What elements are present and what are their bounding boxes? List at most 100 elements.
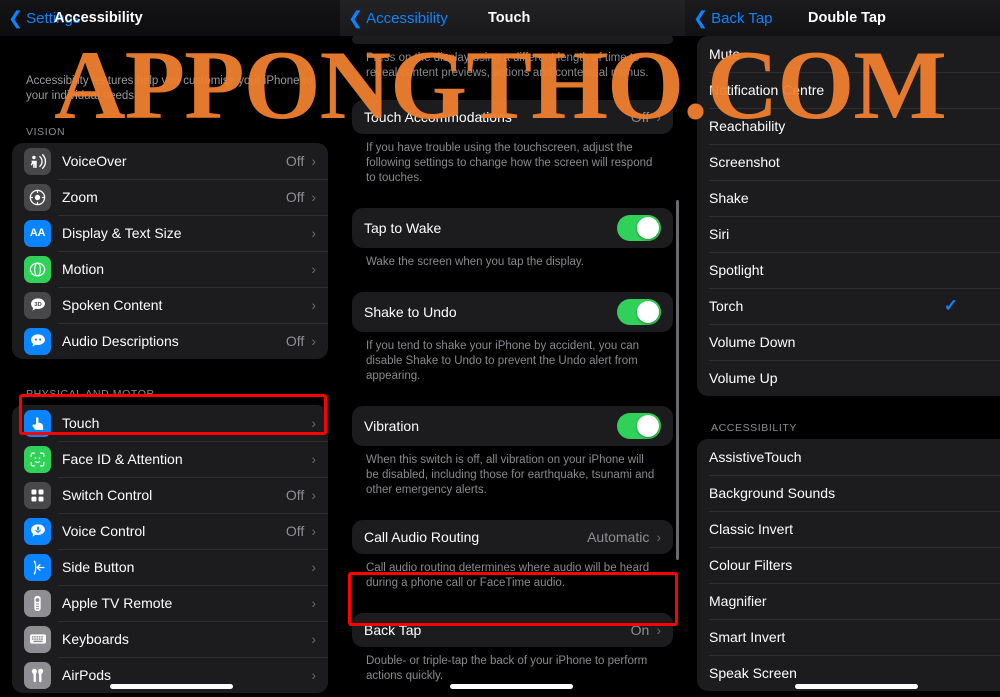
- voice-control-icon: [24, 517, 51, 545]
- row-magnifier[interactable]: Magnifier: [697, 583, 1000, 619]
- row-value: Off: [285, 523, 305, 539]
- row-zoom[interactable]: Zoom Off ›: [12, 179, 328, 215]
- row-voice-control[interactable]: Voice Control Off ›: [12, 513, 328, 549]
- row-label: Mute: [709, 46, 741, 62]
- row-siri[interactable]: Siri: [697, 216, 1000, 252]
- row-label: Colour Filters: [709, 557, 793, 573]
- row-side-button[interactable]: Side Button ›: [12, 549, 328, 585]
- toggle-knob: [637, 301, 659, 323]
- row-smart-invert[interactable]: Smart Invert: [697, 619, 1000, 655]
- chevron-left-icon: ❮: [348, 7, 364, 28]
- accessibility-panel: ❮ Settings Accessibility Accessibility f…: [0, 0, 340, 697]
- row-label: Reachability: [709, 118, 786, 134]
- row-label: Speak Screen: [709, 665, 797, 681]
- row-label: Volume Up: [709, 370, 778, 386]
- call-audio-routing-group: Call Audio Routing Automatic ›: [352, 520, 673, 554]
- row-label: Keyboards: [62, 631, 129, 647]
- row-classic-invert[interactable]: Classic Invert: [697, 511, 1000, 547]
- row-label: Motion: [62, 261, 105, 277]
- row-motion[interactable]: Motion ›: [12, 251, 328, 287]
- row-back-tap[interactable]: Back Tap On ›: [352, 613, 673, 647]
- row-label: VoiceOver: [62, 153, 127, 169]
- row-label: Apple TV Remote: [62, 595, 173, 611]
- system-actions-group: Mute Notification Centre Reachability Sc…: [697, 36, 1000, 396]
- row-label: Magnifier: [709, 593, 767, 609]
- row-value: On: [630, 622, 650, 638]
- physical-motor-group: Touch › Face ID & Attention › Switch Con…: [12, 405, 328, 693]
- row-switch-control[interactable]: Switch Control Off ›: [12, 477, 328, 513]
- row-label: Tap to Wake: [364, 220, 442, 236]
- haptic-touch-group-partial[interactable]: [352, 36, 673, 44]
- home-indicator-right: [795, 684, 918, 689]
- touch-scroll-area[interactable]: Press on the display using a different l…: [340, 36, 685, 697]
- row-shake-to-undo[interactable]: Shake to Undo: [352, 292, 673, 332]
- row-label: Voice Control: [62, 523, 146, 539]
- back-to-accessibility-button[interactable]: ❮ Accessibility: [340, 7, 448, 28]
- row-label: Background Sounds: [709, 485, 836, 501]
- accessibility-scroll-area[interactable]: Accessibility features help you customis…: [0, 36, 340, 697]
- row-shake[interactable]: Shake: [697, 180, 1000, 216]
- row-apple-tv-remote[interactable]: Apple TV Remote ›: [12, 585, 328, 621]
- chevron-right-icon: ›: [311, 153, 316, 169]
- row-label: Display & Text Size: [62, 225, 182, 241]
- row-screenshot[interactable]: Screenshot: [697, 144, 1000, 180]
- row-value: Off: [285, 333, 305, 349]
- row-label: Side Button: [62, 559, 135, 575]
- chevron-right-icon: ›: [311, 333, 316, 349]
- vision-group: VoiceOver Off › Zoom Off › AA Display & …: [12, 143, 328, 359]
- tap-to-wake-toggle[interactable]: [617, 215, 661, 241]
- row-voiceover[interactable]: VoiceOver Off ›: [12, 143, 328, 179]
- double-tap-navbar: ❮ Back Tap Double Tap: [685, 0, 1000, 36]
- row-background-sounds[interactable]: Background Sounds: [697, 475, 1000, 511]
- haptic-touch-footnote: Press on the display using a different l…: [366, 52, 649, 79]
- chevron-right-icon: ›: [656, 109, 661, 125]
- section-header-physical-and-motor: PHYSICAL AND MOTOR: [26, 388, 155, 400]
- row-assistivetouch[interactable]: AssistiveTouch: [697, 439, 1000, 475]
- row-label: Torch: [709, 298, 744, 314]
- row-label: Spoken Content: [62, 297, 163, 313]
- chevron-left-icon: ❮: [8, 7, 24, 28]
- touch-navbar: ❮ Accessibility Touch: [340, 0, 685, 36]
- chevron-right-icon: ›: [656, 622, 661, 638]
- row-keyboards[interactable]: Keyboards ›: [12, 621, 328, 657]
- row-mute[interactable]: Mute: [697, 36, 1000, 72]
- chevron-right-icon: ›: [311, 631, 316, 647]
- row-vibration[interactable]: Vibration: [352, 406, 673, 446]
- row-torch[interactable]: Torch ✓: [697, 288, 1000, 324]
- checkmark-icon: ✓: [943, 296, 958, 315]
- row-volume-down[interactable]: Volume Down: [697, 324, 1000, 360]
- row-touch[interactable]: Touch ›: [12, 405, 328, 441]
- row-label: Screenshot: [709, 154, 780, 170]
- row-value: Automatic: [587, 529, 650, 545]
- row-colour-filters[interactable]: Colour Filters: [697, 547, 1000, 583]
- back-to-settings-button[interactable]: ❮ Settings: [0, 7, 80, 28]
- page-title: Double Tap: [808, 10, 886, 26]
- row-label: Shake: [709, 190, 749, 206]
- touch-scrollbar[interactable]: [676, 200, 679, 560]
- side-button-icon: [24, 553, 51, 581]
- row-label: AirPods: [62, 667, 112, 683]
- row-spoken-content[interactable]: 3D Spoken Content ›: [12, 287, 328, 323]
- row-spotlight[interactable]: Spotlight: [697, 252, 1000, 288]
- row-tap-to-wake[interactable]: Tap to Wake: [352, 208, 673, 248]
- row-notification-centre[interactable]: Notification Centre: [697, 72, 1000, 108]
- chevron-right-icon: ›: [311, 595, 316, 611]
- row-touch-accommodations[interactable]: Touch Accommodations Off ›: [352, 100, 673, 134]
- row-face-id-attention[interactable]: Face ID & Attention ›: [12, 441, 328, 477]
- zoom-icon: [24, 183, 51, 211]
- aa-glyph: AA: [29, 227, 46, 239]
- vibration-toggle[interactable]: [617, 413, 661, 439]
- back-to-back-tap-button[interactable]: ❮ Back Tap: [685, 9, 773, 27]
- row-audio-descriptions[interactable]: Audio Descriptions Off ›: [12, 323, 328, 359]
- accessibility-intro-text: Accessibility features help you customis…: [26, 75, 313, 102]
- row-call-audio-routing[interactable]: Call Audio Routing Automatic ›: [352, 520, 673, 554]
- row-value: Off: [285, 487, 305, 503]
- row-label: Switch Control: [62, 487, 153, 503]
- shake-to-undo-toggle[interactable]: [617, 299, 661, 325]
- row-display-text-size[interactable]: AA Display & Text Size ›: [12, 215, 328, 251]
- row-reachability[interactable]: Reachability: [697, 108, 1000, 144]
- row-volume-up[interactable]: Volume Up: [697, 360, 1000, 396]
- double-tap-scroll-area[interactable]: Mute Notification Centre Reachability Sc…: [685, 36, 1000, 697]
- svg-text:3D: 3D: [34, 302, 41, 308]
- vibration-footnote: When this switch is off, all vibration o…: [366, 454, 655, 496]
